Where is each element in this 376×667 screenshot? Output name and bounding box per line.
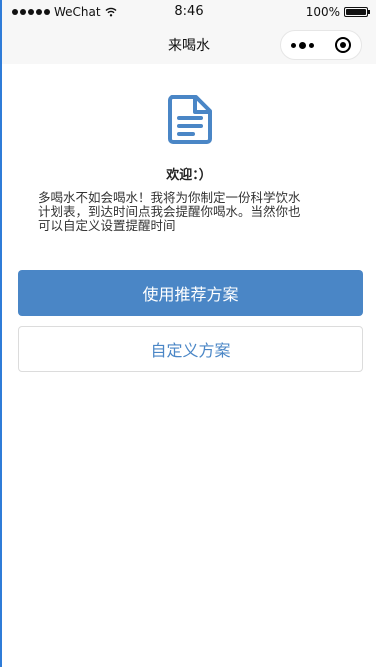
- status-bar: WeChat 8:46 100%: [2, 0, 376, 24]
- document-icon: [168, 95, 212, 144]
- battery-icon: [344, 7, 370, 17]
- welcome-heading: 欢迎：）: [166, 168, 212, 183]
- more-icon[interactable]: [291, 41, 315, 49]
- screen: WeChat 8:46 100% 来喝水 欢迎：） 多喝水不如会喝水！我将为你制…: [0, 0, 376, 667]
- mini-program-capsule: [280, 30, 362, 60]
- nav-bar: 来喝水: [2, 24, 376, 64]
- intro-text: 多喝水不如会喝水！我将为你制定一份科学饮水 计划表，到达时间点我会提醒你喝水。当…: [38, 190, 301, 233]
- main-content: 欢迎：） 多喝水不如会喝水！我将为你制定一份科学饮水 计划表，到达时间点我会提醒…: [2, 64, 376, 667]
- custom-plan-button[interactable]: 自定义方案: [18, 326, 363, 372]
- battery-percent: 100%: [305, 5, 340, 19]
- close-target-icon[interactable]: [334, 37, 351, 53]
- status-right: 100%: [305, 5, 370, 19]
- use-recommended-plan-button[interactable]: 使用推荐方案: [18, 270, 363, 316]
